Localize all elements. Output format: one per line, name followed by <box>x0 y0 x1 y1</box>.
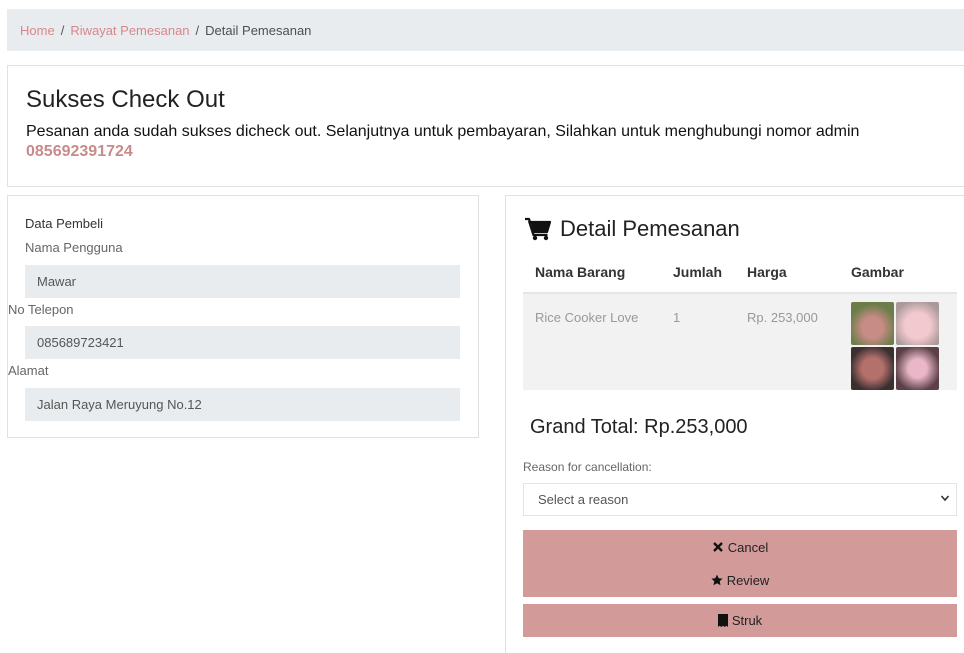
item-image-cell <box>839 293 957 390</box>
name-field: Mawar <box>25 265 460 298</box>
success-message-text: Pesanan anda sudah sukses dicheck out. S… <box>26 123 860 140</box>
success-title: Sukses Check Out <box>26 86 225 113</box>
order-title: Detail Pemesanan <box>524 216 740 242</box>
table-row: Rice Cooker Love 1 Rp. 253,000 <box>523 293 957 390</box>
cancel-button[interactable]: Cancel <box>523 538 957 556</box>
phone-field: 085689723421 <box>25 326 460 359</box>
grand-total: Grand Total: Rp.253,000 <box>530 416 748 438</box>
action-buttons: Cancel Review <box>523 530 957 597</box>
table-header-row: Nama Barang Jumlah Harga Gambar <box>523 252 957 294</box>
breadcrumb-home-link[interactable]: Home <box>20 23 55 38</box>
product-image <box>851 302 939 390</box>
breadcrumb: Home / Riwayat Pemesanan / Detail Pemesa… <box>7 9 964 51</box>
breadcrumb-history-link[interactable]: Riwayat Pemesanan <box>70 23 189 38</box>
checkout-success-panel: Sukses Check Out Pesanan anda sudah suks… <box>7 65 964 187</box>
order-title-text: Detail Pemesanan <box>560 216 740 241</box>
address-field: Jalan Raya Meruyung No.12 <box>25 388 460 421</box>
item-qty: 1 <box>661 293 735 390</box>
item-price: Rp. 253,000 <box>735 293 839 390</box>
cancel-label: Cancel <box>727 539 769 555</box>
phone-label: No Telepon <box>8 302 74 317</box>
reason-select[interactable]: Select a reason <box>523 483 957 516</box>
review-button[interactable]: Review <box>523 571 957 589</box>
close-icon <box>712 542 723 552</box>
col-gambar: Gambar <box>839 252 957 294</box>
receipt-icon <box>717 614 728 627</box>
struk-label: Struk <box>731 613 763 628</box>
buyer-data-panel: Data Pembeli Nama Pengguna Mawar No Tele… <box>7 195 479 438</box>
order-detail-panel: Detail Pemesanan Nama Barang Jumlah Harg… <box>505 195 964 653</box>
item-name: Rice Cooker Love <box>523 293 661 390</box>
star-icon <box>711 574 723 586</box>
breadcrumb-separator: / <box>195 22 200 38</box>
col-jumlah: Jumlah <box>661 252 735 294</box>
breadcrumb-current: Detail Pemesanan <box>205 22 312 38</box>
order-items-table: Nama Barang Jumlah Harga Gambar Rice Coo… <box>523 252 957 390</box>
success-message: Pesanan anda sudah sukses dicheck out. S… <box>26 122 956 162</box>
breadcrumb-separator: / <box>60 22 65 38</box>
reason-select-value: Select a reason <box>538 492 629 507</box>
chevron-down-icon <box>940 495 950 502</box>
name-label: Nama Pengguna <box>25 240 123 255</box>
review-label: Review <box>726 572 770 588</box>
buyer-heading: Data Pembeli <box>25 216 104 231</box>
col-harga: Harga <box>735 252 839 294</box>
reason-label: Reason for cancellation: <box>523 460 652 474</box>
address-label: Alamat <box>8 363 49 378</box>
admin-phone: 085692391724 <box>26 143 133 160</box>
struk-button[interactable]: Struk <box>523 604 957 637</box>
cart-icon <box>525 217 552 241</box>
col-nama-barang: Nama Barang <box>523 252 661 294</box>
